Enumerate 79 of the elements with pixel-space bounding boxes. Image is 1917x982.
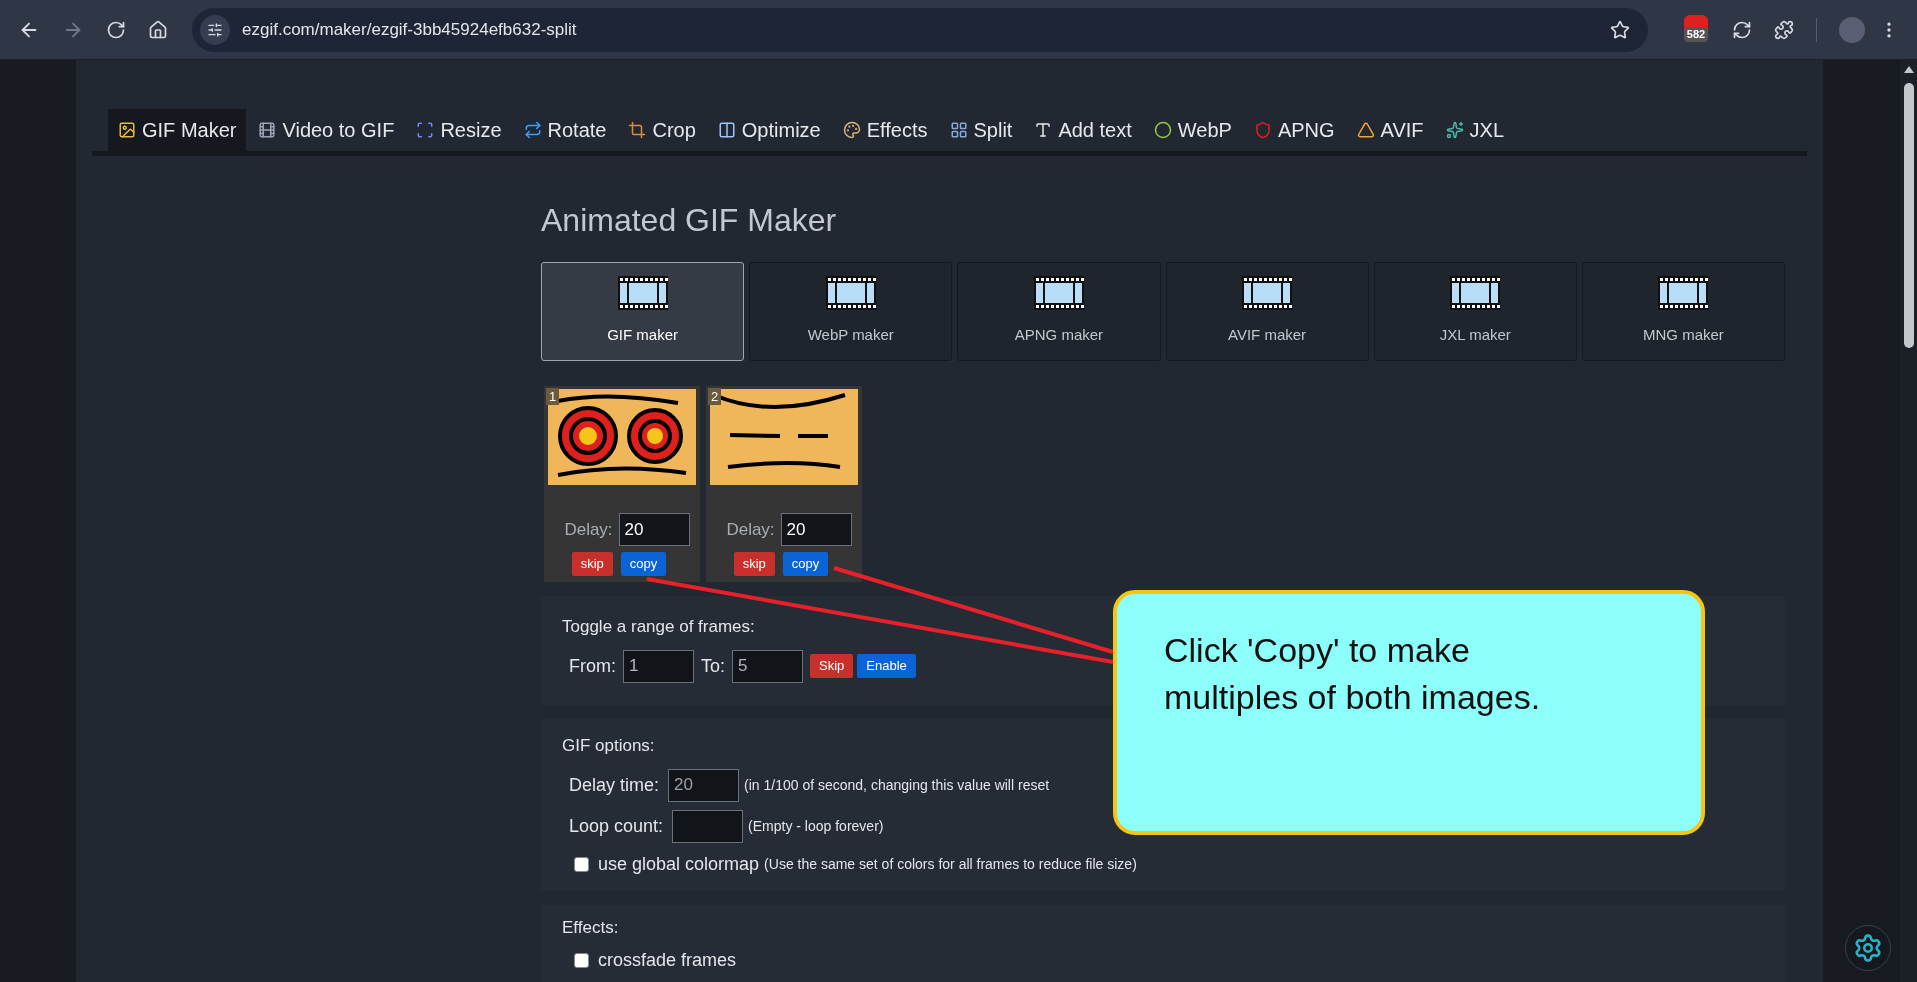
enable-range-button[interactable]: Enable xyxy=(857,654,916,678)
film-strip-icon xyxy=(1658,276,1709,311)
frame-icon xyxy=(416,121,435,139)
to-input[interactable]: 5 xyxy=(732,649,803,683)
from-input[interactable]: 1 xyxy=(623,649,694,683)
film-icon xyxy=(258,121,277,139)
nav-tab[interactable]: AVIF xyxy=(1346,109,1434,151)
loop-count-label: Loop count: xyxy=(569,814,664,838)
callout-text: Click 'Copy' to make multiples of both images. xyxy=(1164,630,1542,718)
delay-input[interactable]: 20 xyxy=(618,513,690,546)
nav-tab[interactable]: Rotate xyxy=(513,109,617,151)
film-strip-icon xyxy=(825,276,876,311)
delay-label: Delay: xyxy=(564,518,613,541)
skip-range-button[interactable]: Skip xyxy=(810,654,854,678)
address-bar[interactable]: ezgif.com/maker/ezgif-3bb45924efb632-split xyxy=(192,7,1648,52)
delay-time-input[interactable]: 20 xyxy=(668,768,740,802)
maker-tile[interactable]: WebP maker xyxy=(749,262,953,361)
scrollbar[interactable] xyxy=(1900,60,1917,982)
to-label: To: xyxy=(701,654,725,678)
nav-tab[interactable]: Add text xyxy=(1024,109,1142,151)
panel-title: Toggle a range of frames: xyxy=(562,616,755,638)
colormap-label: use global colormap xyxy=(598,852,760,876)
frame-number: 1 xyxy=(546,388,560,405)
page-title: Animated GIF Maker xyxy=(541,201,838,240)
grid-icon xyxy=(949,121,968,139)
loop-count-input[interactable] xyxy=(672,809,744,843)
maker-tile[interactable]: AVIF maker xyxy=(1165,262,1369,361)
nav-tab[interactable]: JXL xyxy=(1435,109,1515,151)
nav-tab[interactable]: WebP xyxy=(1143,109,1242,151)
delay-note: (in 1/100 of second, changing this value will reset xyxy=(744,775,1050,795)
checkbox[interactable] xyxy=(574,952,589,968)
crossfade-label: crossfade frames xyxy=(598,948,737,972)
circle-icon xyxy=(1153,121,1172,139)
nav-tab[interactable]: Crop xyxy=(618,109,706,151)
maker-tile[interactable]: GIF maker xyxy=(541,262,745,361)
site-settings-icon[interactable] xyxy=(200,14,230,45)
extensions-icon[interactable] xyxy=(1774,19,1794,40)
rotate-icon xyxy=(523,121,542,139)
film-strip-icon xyxy=(1033,276,1084,311)
skip-button[interactable]: skip xyxy=(733,552,775,576)
picture-icon xyxy=(118,121,136,139)
nav-tab[interactable]: GIF Maker xyxy=(108,109,247,151)
shield-icon xyxy=(1253,121,1272,139)
palette-icon xyxy=(842,121,861,139)
delay-label: Delay: xyxy=(726,518,775,541)
reload-icon[interactable] xyxy=(106,19,126,40)
maker-tile[interactable]: JXL maker xyxy=(1373,262,1577,361)
home-icon[interactable] xyxy=(148,19,168,40)
colormap-note: (Use the same set of colors for all frames to reduce file size) xyxy=(764,854,1137,874)
frame-number: 2 xyxy=(708,388,722,405)
copy-button[interactable]: copy xyxy=(620,552,667,576)
maker-tile[interactable]: APNG maker xyxy=(957,262,1161,361)
panels-icon xyxy=(717,121,736,139)
sync-icon[interactable] xyxy=(1732,19,1752,40)
nav-tab[interactable]: Optimize xyxy=(707,109,831,151)
checkbox[interactable] xyxy=(574,856,589,872)
nav-tab[interactable]: Split xyxy=(939,109,1023,151)
panel-title: GIF options: xyxy=(562,735,655,757)
film-strip-icon xyxy=(1242,276,1293,311)
nav-tab[interactable]: Resize xyxy=(406,109,512,151)
delay-input[interactable]: 20 xyxy=(780,513,852,546)
maker-tile[interactable]: MNG maker xyxy=(1581,262,1785,361)
nav-tab[interactable]: Effects xyxy=(832,109,938,151)
loop-note: (Empty - loop forever) xyxy=(748,816,884,836)
bookmark-star-icon[interactable] xyxy=(1610,19,1630,40)
skip-button[interactable]: skip xyxy=(571,552,613,576)
film-strip-icon xyxy=(1450,276,1501,311)
film-strip-icon xyxy=(617,276,668,311)
nav-tab[interactable]: APNG xyxy=(1243,109,1345,151)
text-icon xyxy=(1034,121,1053,139)
crop-icon xyxy=(628,121,647,139)
panel-title: Effects: xyxy=(562,917,619,939)
url-text: ezgif.com/maker/ezgif-3bb45924efb632-split xyxy=(242,18,578,41)
from-label: From: xyxy=(569,654,616,678)
copy-button[interactable]: copy xyxy=(782,552,829,576)
sparkle-icon xyxy=(1445,121,1464,139)
delay-time-label: Delay time: xyxy=(569,773,660,797)
triangle-icon xyxy=(1356,121,1375,139)
nav-tab[interactable]: Video to GIF xyxy=(248,109,405,151)
